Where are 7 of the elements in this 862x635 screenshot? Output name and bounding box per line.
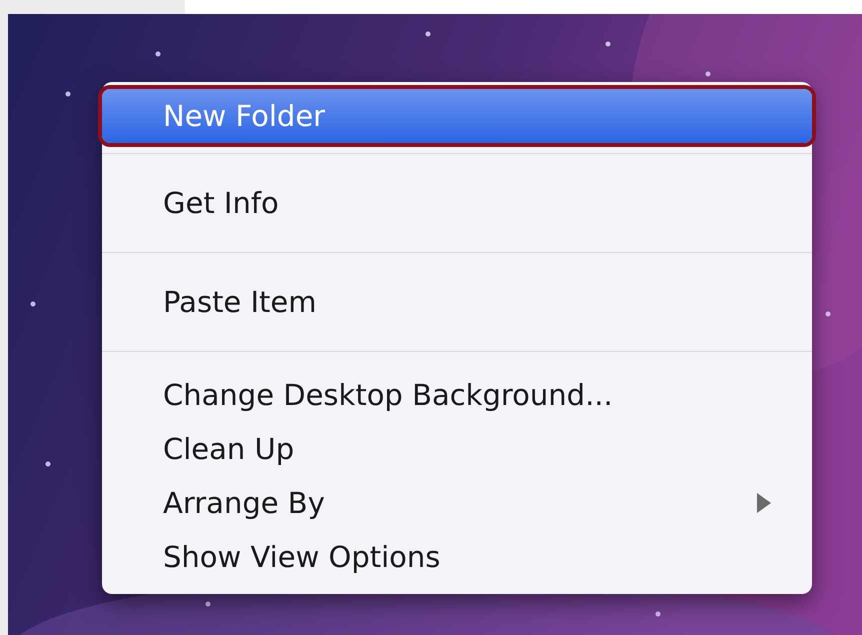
menu-item[interactable]: Paste Item [102, 275, 812, 329]
menu-item[interactable]: New Folder [102, 89, 812, 143]
menu-item[interactable]: Change Desktop Background... [102, 368, 812, 422]
menu-item[interactable]: Arrange By [102, 476, 812, 530]
menu-item[interactable]: Get Info [102, 176, 812, 230]
menu-item[interactable]: Clean Up [102, 422, 812, 476]
menu-item[interactable]: Show View Options [102, 530, 812, 584]
